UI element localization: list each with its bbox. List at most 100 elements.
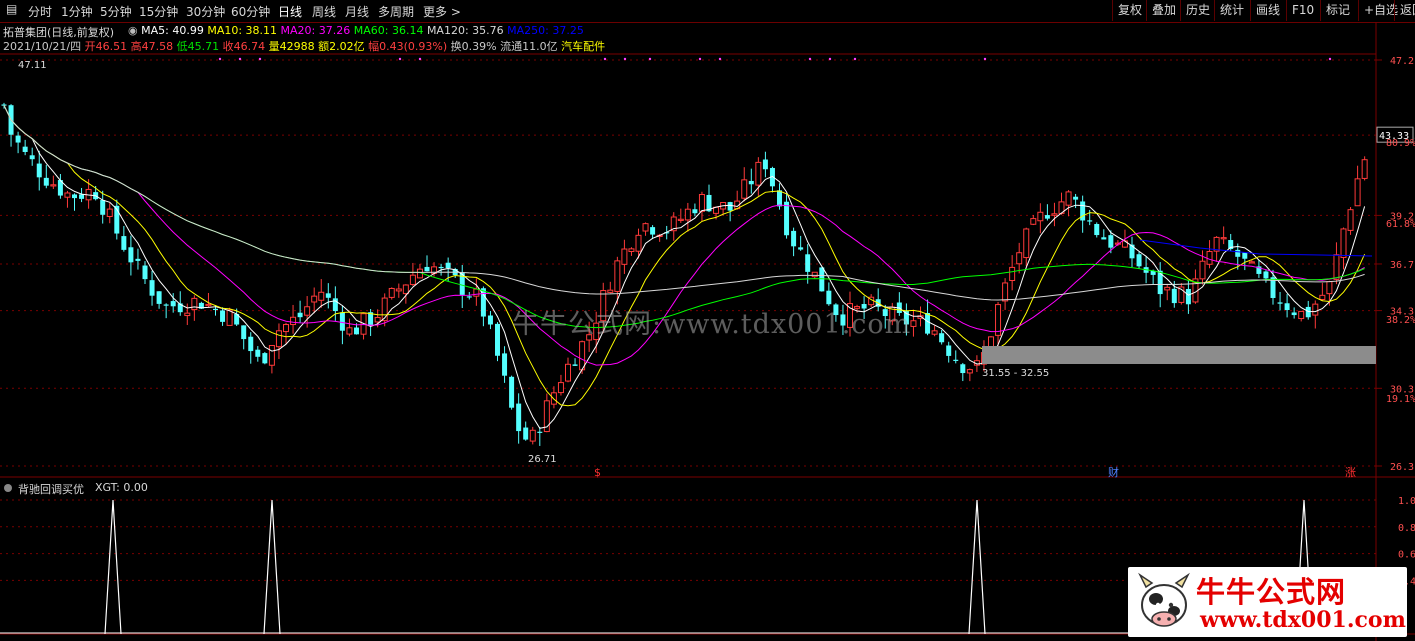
candle-body bbox=[502, 353, 508, 376]
candle-body bbox=[1326, 281, 1333, 295]
candle-body bbox=[777, 190, 782, 207]
candle-body bbox=[311, 295, 318, 303]
candle-body bbox=[1235, 249, 1241, 257]
cow-mascot-icon bbox=[1138, 572, 1190, 627]
candle-body bbox=[1009, 266, 1016, 282]
golden-ratio-label-2: 38.2% bbox=[1386, 315, 1415, 326]
candle-body bbox=[1073, 196, 1079, 200]
candle-body bbox=[1023, 228, 1030, 259]
candle-body bbox=[1108, 235, 1114, 248]
candle-body bbox=[523, 427, 529, 440]
ma-legend: ◉ MA5: 40.99 MA10: 38.11 MA20: 37.26 MA6… bbox=[128, 24, 584, 37]
candle-body bbox=[1206, 251, 1213, 265]
candle-body bbox=[960, 364, 966, 374]
candle-body bbox=[304, 306, 311, 316]
candle-body bbox=[698, 194, 705, 212]
candle-body bbox=[819, 267, 825, 292]
logo-title: 牛牛公式网 bbox=[1196, 575, 1347, 609]
candle-body bbox=[332, 298, 338, 312]
candle-body bbox=[1298, 310, 1305, 320]
candle-body bbox=[388, 287, 395, 298]
candle-body bbox=[529, 429, 536, 442]
quote-info-item-8: 换0.39% bbox=[450, 40, 501, 53]
low-price-label: 26.71 bbox=[528, 454, 557, 465]
indicator-title: 背驰回调买优 bbox=[18, 483, 84, 496]
price-tick-label-0: 47.2 bbox=[1390, 56, 1414, 67]
candle-body bbox=[15, 135, 21, 143]
candle-body bbox=[438, 266, 444, 269]
support-zone-band bbox=[982, 346, 1376, 364]
quote-info: 2021/10/21/四 开46.51 高47.58 低45.71 收46.74… bbox=[3, 38, 605, 54]
candle-body bbox=[939, 333, 945, 343]
candle-body bbox=[910, 320, 917, 327]
candle-body bbox=[1051, 213, 1058, 216]
candle-body bbox=[1340, 228, 1347, 258]
quote-info-item-1: 开46.51 bbox=[84, 40, 131, 53]
top-dot bbox=[983, 57, 987, 61]
candle-body bbox=[1242, 252, 1248, 259]
candle-body bbox=[565, 363, 571, 382]
candle-body bbox=[727, 202, 733, 211]
top-dot bbox=[828, 57, 832, 61]
candle-body bbox=[805, 254, 811, 272]
candle-body bbox=[509, 376, 515, 408]
candle-body bbox=[811, 271, 818, 278]
candle-body bbox=[1164, 286, 1171, 291]
price-tick-label-3: 36.7 bbox=[1390, 260, 1414, 271]
candle-body bbox=[262, 353, 268, 364]
candle-body bbox=[677, 218, 684, 221]
candle-body bbox=[473, 288, 480, 297]
candle-body bbox=[241, 325, 247, 340]
candle-body bbox=[621, 248, 628, 265]
candle-body bbox=[170, 301, 176, 307]
price-tick-label-6: 26.3 bbox=[1390, 462, 1414, 473]
candle-body bbox=[163, 304, 169, 306]
candle-body bbox=[1136, 254, 1142, 267]
candle-body bbox=[762, 159, 768, 170]
top-dot bbox=[1328, 57, 1332, 61]
ma-legend-item-4: MA120: 35.76 bbox=[426, 24, 508, 37]
golden-ratio-label-0: 80.9% bbox=[1386, 138, 1415, 149]
candle-body bbox=[642, 223, 649, 232]
indicator-tick-label-0: 1.0 bbox=[1398, 496, 1415, 507]
candle-body bbox=[1312, 303, 1319, 316]
candle-body bbox=[1291, 312, 1297, 316]
candle-body bbox=[1002, 282, 1009, 302]
zone-price-label: 31.55 - 32.55 bbox=[982, 368, 1050, 379]
candle-body bbox=[346, 327, 353, 335]
candle-body bbox=[142, 265, 148, 280]
candle-body bbox=[128, 247, 134, 263]
indicator-tick-label-1: 0.8 bbox=[1398, 523, 1415, 534]
candle-body bbox=[445, 262, 451, 269]
candle-body bbox=[268, 344, 275, 366]
candle-body bbox=[1094, 223, 1100, 236]
golden-ratio-label-1: 61.8% bbox=[1386, 219, 1415, 230]
candle-body bbox=[1037, 211, 1044, 222]
candle-body bbox=[29, 155, 35, 160]
indicator-spike-2 bbox=[968, 499, 986, 635]
ma-settings-icon[interactable]: ◉ bbox=[128, 24, 141, 37]
quote-info-item-6: 额2.02亿 bbox=[318, 40, 369, 53]
event-marker-0: $ bbox=[594, 466, 601, 479]
candle-body bbox=[354, 327, 359, 335]
candle-body bbox=[184, 312, 191, 317]
candle-body bbox=[255, 349, 261, 357]
ma-legend-item-1: MA10: 38.11 bbox=[207, 24, 281, 37]
top-dot bbox=[698, 57, 702, 61]
candle-body bbox=[1220, 237, 1227, 240]
top-dot bbox=[623, 57, 627, 61]
quote-info-item-3: 低45.71 bbox=[176, 40, 223, 53]
top-dot bbox=[648, 57, 652, 61]
candle-body bbox=[283, 324, 289, 333]
candle-body bbox=[220, 310, 226, 322]
indicator-settings-icon bbox=[4, 484, 12, 492]
candle-body bbox=[1263, 271, 1269, 279]
quote-info-item-5: 量42988 bbox=[268, 40, 319, 53]
candle-body bbox=[748, 180, 754, 185]
candle-body bbox=[1248, 261, 1255, 264]
candle-body bbox=[798, 247, 804, 250]
top-dot bbox=[238, 57, 242, 61]
candle-body bbox=[1277, 302, 1283, 304]
candle-body bbox=[953, 359, 959, 361]
candle-body bbox=[1361, 159, 1368, 179]
